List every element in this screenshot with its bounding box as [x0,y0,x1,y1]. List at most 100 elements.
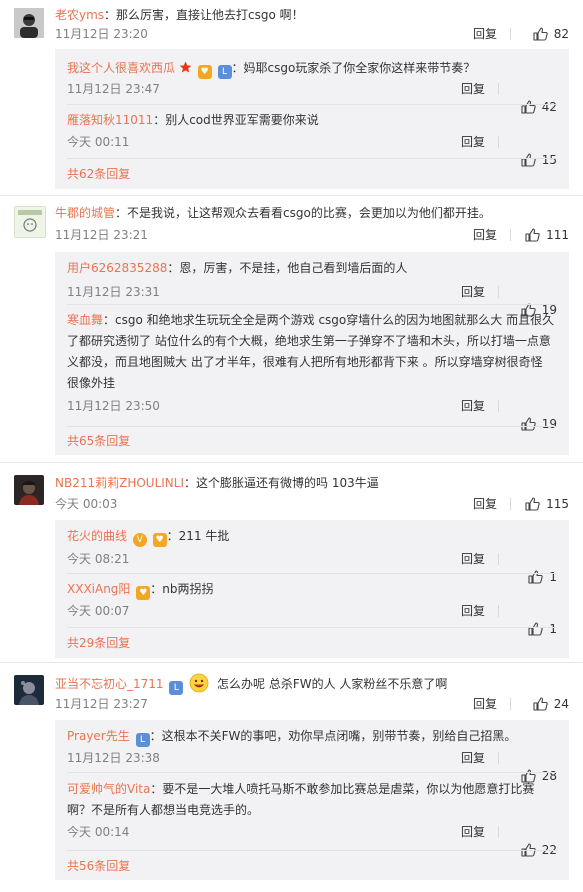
reply-text: ：妈耶csgo玩家杀了你全家你这样来带节奏？ [231,61,476,75]
username-link[interactable]: 牛郡的城管 [55,206,115,220]
reply-button[interactable]: 回复 [461,397,485,415]
timestamp: 今天 08:21 [67,552,130,566]
divider [498,826,499,838]
more-replies-link[interactable]: 共62条回复 [67,165,130,183]
reply-text: ：别人cod世界亚军需要你来说 [153,113,319,127]
like-button[interactable]: 19 [521,415,557,433]
reply-meta: 11月12日 23:31 回复 19 [67,283,557,317]
reply-item: 我这个人很喜欢西瓜 ♥ L ：妈耶csgo玩家杀了你全家你这样来带节奏？ 11月1… [67,59,557,114]
thumbs-up-icon [528,622,544,636]
timestamp: 11月12日 23:50 [67,399,160,413]
reply-divider [67,573,557,574]
comment-text: ：不是我说，让这帮观众去看看csgo的比赛，会更加以为他们都开挂。 [115,206,491,220]
like-count: 111 [546,228,569,242]
reply-button[interactable]: 回复 [473,226,497,244]
more-replies-link[interactable]: 共29条回复 [67,634,130,652]
comment-body: 老农yms：那么厉害，直接让他去打csgo 啊！ [55,6,569,24]
comment-meta: 11月12日 23:21 回复 111 [55,226,569,244]
reply-button[interactable]: 回复 [461,602,485,620]
divider [498,83,499,95]
avatar[interactable] [14,8,44,38]
timestamp: 11月12日 23:27 [55,697,148,711]
reply-button[interactable]: 回复 [461,550,485,568]
reply-button[interactable]: 回复 [473,495,497,513]
reply-item: Prayer先生 L ：这根本不关FW的事吧，劝你早点闭嘴，别带节奏，别给自己招黑… [67,727,557,783]
username-link[interactable]: Prayer先生 [67,729,130,743]
like-button[interactable]: 1 [528,620,557,638]
thumbs-up-icon [525,497,540,511]
reply-box: 我这个人很喜欢西瓜 ♥ L ：妈耶csgo玩家杀了你全家你这样来带节奏？ 11月1… [55,49,569,189]
reply-divider [67,158,557,159]
reply-text: ：211 牛批 [166,529,230,543]
timestamp: 11月12日 23:31 [67,285,160,299]
comment-text: ：这个膨胀逼还有微博的吗 103牛逼 [184,476,379,490]
like-button[interactable]: 115 [525,495,569,513]
reply-item: 用户6262835288：恩，厉害，不是挂，他自己看到墙后面的人 11月12日 … [67,259,557,317]
timestamp: 今天 00:14 [67,825,130,839]
username-link[interactable]: 用户6262835288 [67,261,167,275]
thumbs-up-icon [521,153,536,167]
username-link[interactable]: 雁落知秋11011 [67,113,153,127]
reply-divider [67,304,557,305]
username-link[interactable]: 亚当不忘初心_1711 [55,677,164,691]
reply-button[interactable]: 回复 [461,80,485,98]
thumbs-up-icon [525,228,540,242]
divider [498,136,499,148]
reply-text: ：csgo 和绝地求生玩玩全全是两个游戏 csgo穿墙什么的因为地图就那么大 而… [67,313,555,390]
like-count: 82 [553,27,569,41]
like-button[interactable]: 15 [521,151,557,169]
like-button[interactable]: 24 [533,695,569,713]
reply-button[interactable]: 回复 [473,695,497,713]
like-button[interactable]: 111 [525,226,569,244]
more-replies-link[interactable]: 共56条回复 [67,857,130,875]
badge-icon: ♥ [197,65,212,79]
reply-button[interactable]: 回复 [461,823,485,841]
reply-box: 花火的曲线 V ♥ ：211 牛批 今天 08:21 回复 1 XXXiAng阳 … [55,520,569,658]
comment-meta: 今天 00:03 回复 115 [55,495,569,513]
username-link[interactable]: 老农yms [55,8,104,22]
timestamp: 11月12日 23:47 [67,82,160,96]
reply-meta: 11月12日 23:38 回复 28 [67,749,557,783]
comment-body: 牛郡的城管：不是我说，让这帮观众去看看csgo的比赛，会更加以为他们都开挂。 [55,204,569,222]
timestamp: 今天 00:03 [55,497,118,511]
like-button[interactable]: 82 [533,25,569,43]
reply-button[interactable]: 回复 [461,283,485,301]
reply-button[interactable]: 回复 [461,133,485,151]
reply-meta: 今天 00:14 回复 22 [67,823,557,857]
reply-meta: 11月12日 23:50 回复 19 [67,397,557,431]
reply-divider [67,627,557,628]
comment-meta: 11月12日 23:20 回复 82 [55,25,569,43]
divider [498,286,499,298]
badge-icon: ♥ [152,533,167,547]
reply-item: 雁落知秋11011：别人cod世界亚军需要你来说 今天 00:11 回复 15 [67,111,557,167]
thumbs-up-icon [521,417,536,431]
username-link[interactable]: XXXiAng阳 [67,582,130,596]
like-count: 1 [549,622,557,636]
comment-text: ：那么厉害，直接让他去打csgo 啊！ [104,8,304,22]
timestamp: 11月12日 23:20 [55,27,148,41]
reply-text: ：恩，厉害，不是挂，他自己看到墙后面的人 [167,261,408,275]
more-replies-link[interactable]: 共65条回复 [67,432,130,450]
grin-emoji-icon [189,673,209,693]
thread-divider [0,195,583,196]
timestamp: 今天 00:11 [67,135,130,149]
comment-body: 亚当不忘初心_1711 L 怎么办呢 总杀FW的人 人家粉丝不乐意了啊 [55,673,569,695]
avatar[interactable] [14,475,44,505]
username-link[interactable]: 花火的曲线 [67,529,127,543]
timestamp: 11月12日 23:21 [55,228,148,242]
avatar[interactable] [14,206,46,238]
username-link[interactable]: 可爱帅气的Vita [67,782,150,796]
username-link[interactable]: NB211莉莉ZHOULINLI [55,476,184,490]
username-link[interactable]: 我这个人很喜欢西瓜 [67,61,175,75]
vip-v-icon: V [132,533,147,547]
reply-text: ：nb两拐拐 [150,582,214,596]
reply-button[interactable]: 回复 [473,25,497,43]
thumbs-up-icon [533,27,548,41]
reply-item: 可爱帅气的Vita：要不是一大堆人喷托马斯不敢参加比赛总是虐菜，你以为他愿意打比… [67,779,557,857]
avatar[interactable] [14,675,44,705]
username-link[interactable]: 寒血舞 [67,313,103,327]
reply-button[interactable]: 回复 [461,749,485,767]
reply-meta: 今天 00:11 回复 15 [67,133,557,167]
star-icon [179,61,192,73]
reply-item: 寒血舞：csgo 和绝地求生玩玩全全是两个游戏 csgo穿墙什么的因为地图就那么… [67,310,557,431]
